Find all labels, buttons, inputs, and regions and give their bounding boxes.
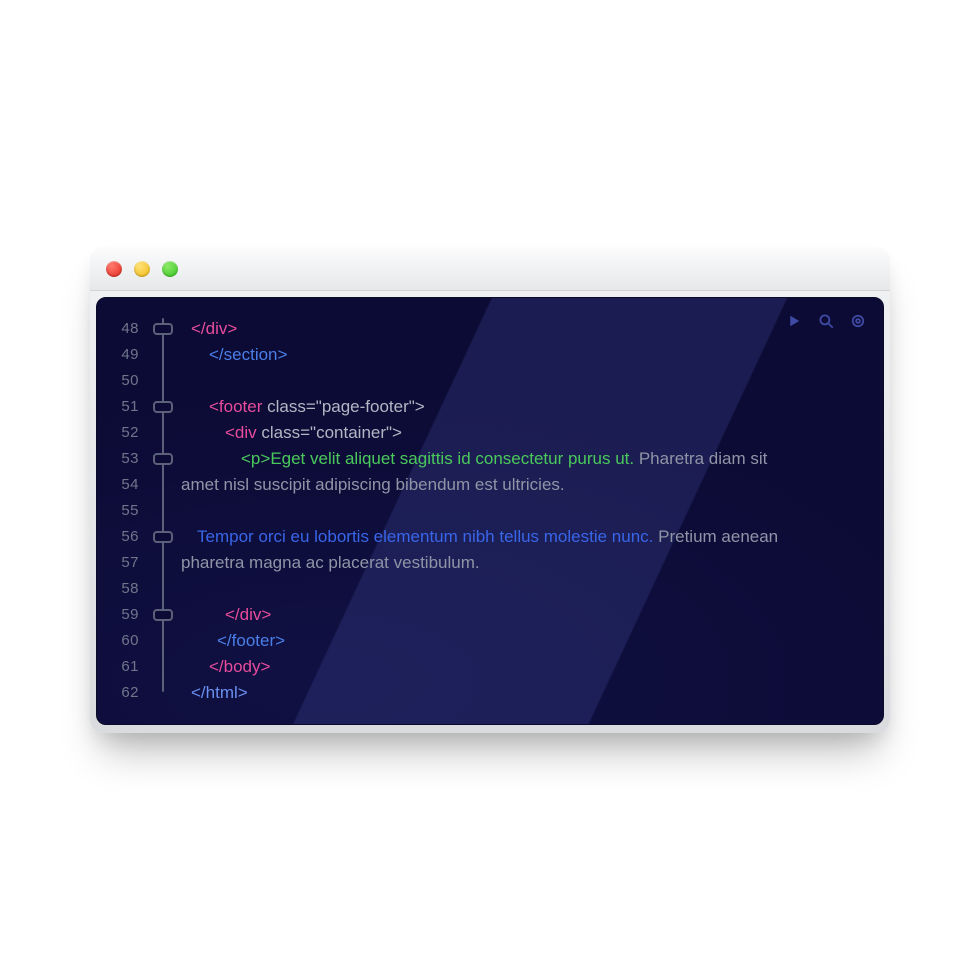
code-editor[interactable]: 484950515253545556575859606162 </div> </…	[96, 297, 884, 725]
line-number: 48	[97, 316, 139, 342]
line-number: 56	[97, 524, 139, 550]
play-icon[interactable]	[785, 312, 803, 330]
fold-gutter	[149, 316, 177, 706]
line-number: 49	[97, 342, 139, 368]
code-paragraph: Tempor orci eu lobortis elementum nibh t…	[181, 524, 807, 576]
fold-guide-line	[162, 318, 164, 692]
code-token: </footer>	[181, 628, 285, 654]
search-icon[interactable]	[817, 312, 835, 330]
line-number: 57	[97, 550, 139, 576]
gear-icon[interactable]	[849, 312, 867, 330]
line-number: 50	[97, 368, 139, 394]
fold-toggle-icon[interactable]	[153, 609, 173, 621]
code-token: </body>	[181, 654, 270, 680]
code-paragraph: <p>Eget velit aliquet sagittis id consec…	[181, 446, 807, 498]
minimize-icon[interactable]	[134, 261, 150, 277]
close-icon[interactable]	[106, 261, 122, 277]
code-token: </div>	[181, 316, 237, 342]
line-number: 61	[97, 654, 139, 680]
line-number: 54	[97, 472, 139, 498]
editor-toolbar	[785, 312, 867, 330]
editor-window: 484950515253545556575859606162 </div> </…	[90, 247, 890, 733]
line-number-gutter: 484950515253545556575859606162	[97, 316, 149, 706]
line-number: 52	[97, 420, 139, 446]
code-text: Tempor orci eu lobortis elementum nibh t…	[197, 527, 653, 546]
code-token: class="container">	[261, 423, 402, 442]
line-number: 59	[97, 602, 139, 628]
line-number: 62	[97, 680, 139, 706]
line-number: 60	[97, 628, 139, 654]
code-token: <p>	[241, 449, 270, 468]
code-token: </html>	[181, 680, 248, 706]
fold-toggle-icon[interactable]	[153, 531, 173, 543]
traffic-lights	[106, 261, 178, 277]
code-area[interactable]: </div> </section> <footer class="page-fo…	[177, 316, 865, 706]
line-number: 51	[97, 394, 139, 420]
fold-toggle-icon[interactable]	[153, 453, 173, 465]
zoom-icon[interactable]	[162, 261, 178, 277]
code-text: Eget velit aliquet sagittis id consectet…	[270, 449, 634, 468]
line-number: 58	[97, 576, 139, 602]
code-token: <div	[225, 423, 261, 442]
code-token: </section>	[181, 342, 287, 368]
line-number: 53	[97, 446, 139, 472]
code-token: <footer	[209, 397, 267, 416]
code-token: class="page-footer">	[267, 397, 425, 416]
code-token: </div>	[181, 602, 271, 628]
fold-toggle-icon[interactable]	[153, 401, 173, 413]
line-number: 55	[97, 498, 139, 524]
titlebar	[90, 247, 890, 291]
window-frame: 484950515253545556575859606162 </div> </…	[90, 291, 890, 733]
fold-toggle-icon[interactable]	[153, 323, 173, 335]
